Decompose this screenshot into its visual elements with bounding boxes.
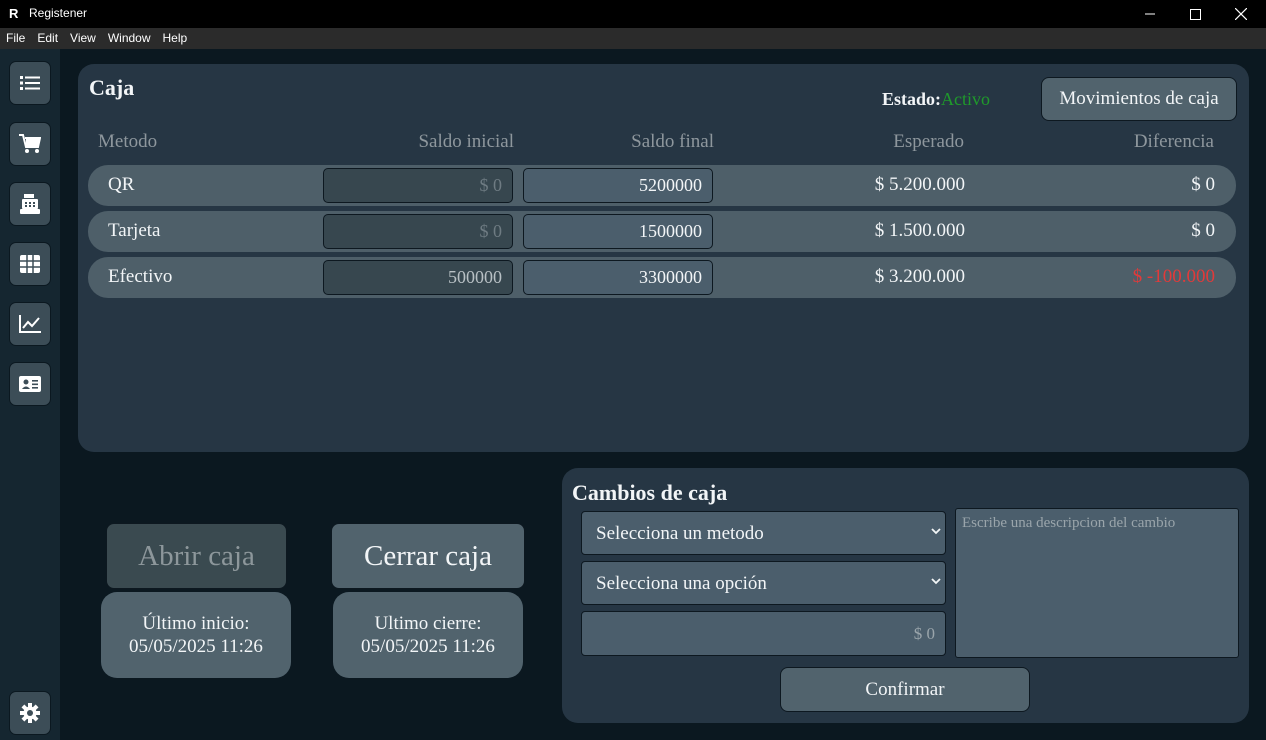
metodo-select-value: Selecciona un metodo bbox=[596, 523, 764, 544]
confirm-button[interactable]: Confirmar bbox=[780, 667, 1030, 712]
table-row: Tarjeta $ 0 1500000 $ 1.500.000 $ 0 bbox=[88, 211, 1236, 252]
row-diferencia: $ 0 bbox=[1191, 220, 1215, 241]
ultimo-cierre-label: Ultimo cierre: bbox=[374, 613, 482, 634]
saldo-inicial-input[interactable]: $ 0 bbox=[323, 214, 513, 249]
header-metodo: Metodo bbox=[98, 131, 158, 152]
menu-bar: File Edit View Window Help bbox=[0, 28, 1266, 49]
row-metodo: Efectivo bbox=[108, 266, 173, 287]
ultimo-cierre-box: Ultimo cierre: 05/05/2025 11:26 bbox=[333, 592, 523, 678]
cash-register-icon bbox=[20, 194, 40, 214]
row-metodo: Tarjeta bbox=[108, 220, 161, 241]
menu-file[interactable]: File bbox=[0, 28, 31, 49]
sidebar-item-list[interactable] bbox=[9, 61, 51, 105]
ultimo-inicio-box: Último inicio: 05/05/2025 11:26 bbox=[101, 592, 291, 678]
row-esperado: $ 1.500.000 bbox=[874, 220, 965, 241]
menu-help[interactable]: Help bbox=[157, 28, 194, 49]
sidebar-item-sales[interactable] bbox=[9, 122, 51, 166]
id-card-icon bbox=[19, 376, 41, 392]
maximize-icon bbox=[1189, 8, 1201, 20]
chevron-down-icon bbox=[931, 578, 941, 585]
row-diferencia: $ -100.000 bbox=[1132, 266, 1215, 287]
chevron-down-icon bbox=[931, 528, 941, 535]
abrir-caja-button[interactable]: Abrir caja bbox=[106, 523, 287, 589]
row-esperado: $ 5.200.000 bbox=[874, 174, 965, 195]
cart-icon bbox=[19, 134, 41, 153]
opcion-select-value: Selecciona una opción bbox=[596, 573, 767, 594]
table-row: Efectivo 500000 3300000 $ 3.200.000 $ -1… bbox=[88, 257, 1236, 298]
opcion-select[interactable]: Selecciona una opción bbox=[581, 561, 946, 605]
header-saldo-inicial: Saldo inicial bbox=[418, 131, 514, 152]
estado-indicator: Estado:Activo bbox=[882, 89, 990, 110]
description-textarea[interactable]: Escribe una descripcion del cambio bbox=[955, 508, 1239, 658]
header-esperado: Esperado bbox=[893, 131, 964, 152]
row-esperado: $ 3.200.000 bbox=[874, 266, 965, 287]
app-logo: R bbox=[9, 6, 19, 21]
menu-edit[interactable]: Edit bbox=[31, 28, 64, 49]
close-button[interactable] bbox=[1218, 0, 1264, 28]
header-saldo-final: Saldo final bbox=[631, 131, 714, 152]
sidebar-item-products[interactable] bbox=[9, 242, 51, 286]
sidebar-item-reports[interactable] bbox=[9, 302, 51, 346]
menu-window[interactable]: Window bbox=[102, 28, 157, 49]
saldo-final-input[interactable]: 5200000 bbox=[523, 168, 713, 203]
maximize-button[interactable] bbox=[1172, 0, 1218, 28]
ultimo-inicio-value: 05/05/2025 11:26 bbox=[129, 636, 263, 657]
saldo-inicial-input[interactable]: $ 0 bbox=[323, 168, 513, 203]
minimize-icon bbox=[1145, 13, 1155, 15]
cambios-panel: Cambios de caja Selecciona un metodo Sel… bbox=[562, 468, 1249, 723]
gear-icon bbox=[20, 703, 40, 723]
minimize-button[interactable] bbox=[1127, 0, 1173, 28]
amount-input[interactable]: $ 0 bbox=[581, 611, 946, 656]
row-diferencia: $ 0 bbox=[1191, 174, 1215, 195]
metodo-select[interactable]: Selecciona un metodo bbox=[581, 511, 946, 555]
menu-view[interactable]: View bbox=[64, 28, 102, 49]
estado-value: Activo bbox=[941, 89, 991, 109]
sidebar-item-register[interactable] bbox=[9, 182, 51, 226]
grid-icon bbox=[20, 255, 40, 273]
saldo-final-input[interactable]: 1500000 bbox=[523, 214, 713, 249]
list-icon bbox=[20, 76, 40, 90]
caja-title: Caja bbox=[89, 75, 135, 100]
row-metodo: QR bbox=[108, 174, 135, 195]
saldo-inicial-input[interactable]: 500000 bbox=[323, 260, 513, 295]
settings-button[interactable] bbox=[9, 691, 51, 735]
window-title: Registener bbox=[29, 6, 88, 20]
movimientos-button[interactable]: Movimientos de caja bbox=[1041, 77, 1237, 121]
cambios-title: Cambios de caja bbox=[572, 480, 728, 505]
ultimo-cierre-value: 05/05/2025 11:26 bbox=[361, 636, 495, 657]
sidebar bbox=[0, 49, 60, 740]
close-icon bbox=[1235, 8, 1247, 20]
estado-label: Estado: bbox=[882, 89, 942, 109]
header-diferencia: Diferencia bbox=[1133, 131, 1214, 152]
chart-icon bbox=[19, 315, 41, 333]
table-row: QR $ 0 5200000 $ 5.200.000 $ 0 bbox=[88, 165, 1236, 206]
cerrar-caja-button[interactable]: Cerrar caja bbox=[331, 523, 525, 589]
title-bar: R Registener bbox=[0, 0, 1266, 28]
caja-panel: Caja Estado:Activo Movimientos de caja M… bbox=[78, 64, 1249, 452]
saldo-final-input[interactable]: 3300000 bbox=[523, 260, 713, 295]
sidebar-item-clients[interactable] bbox=[9, 362, 51, 406]
ultimo-inicio-label: Último inicio: bbox=[142, 613, 250, 634]
